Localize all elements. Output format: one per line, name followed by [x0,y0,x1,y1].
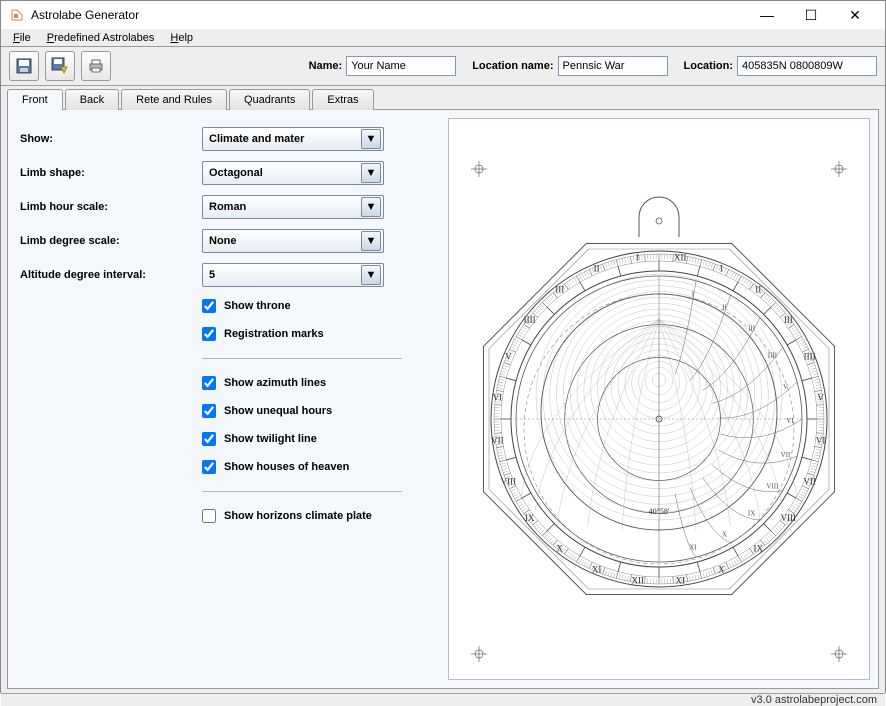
limb-degree-label: Limb degree scale: [20,235,202,247]
locname-label: Location name: [472,60,553,72]
options-column: Show: Climate and mater▼ Limb shape: Oct… [16,118,440,680]
svg-text:III: III [555,285,564,295]
svg-text:III: III [748,324,756,332]
svg-text:VII: VII [803,476,816,486]
svg-text:XI: XI [689,544,697,552]
minimize-button[interactable]: — [745,1,789,29]
loc-input[interactable] [737,56,877,76]
tab-extras[interactable]: Extras [312,89,373,110]
chevron-down-icon: ▼ [361,129,381,149]
limb-degree-combo[interactable]: None▼ [202,229,384,253]
throne-label: Show throne [224,300,291,312]
svg-text:IX: IX [753,543,763,553]
limb-shape-combo[interactable]: Octagonal▼ [202,161,384,185]
titlebar: Astrolabe Generator — ☐ ✕ [1,1,885,30]
svg-text:XI: XI [592,565,602,575]
svg-text:I: I [720,263,723,273]
svg-text:XII: XII [674,252,687,262]
svg-text:VI: VI [786,417,794,425]
chevron-down-icon: ▼ [361,163,381,183]
statusbar: v3.0 astrolabeproject.com [1,693,885,706]
close-button[interactable]: ✕ [833,1,877,29]
alt-interval-label: Altitude degree interval: [20,269,202,281]
front-panel: Show: Climate and mater▼ Limb shape: Oct… [7,109,879,689]
svg-text:VIII: VIII [501,476,517,486]
svg-text:IIII: IIII [524,315,536,325]
azimuth-check[interactable] [202,376,216,390]
horizons-label: Show horizons climate plate [224,510,372,522]
alt-interval-combo[interactable]: 5▼ [202,263,384,287]
limb-shape-label: Limb shape: [20,167,202,179]
name-label: Name: [309,60,343,72]
svg-text:II: II [594,263,600,273]
svg-text:V: V [783,383,788,391]
save-button[interactable] [9,51,39,81]
locname-input[interactable] [558,56,668,76]
chevron-down-icon: ▼ [361,231,381,251]
throne-check[interactable] [202,299,216,313]
unequal-check[interactable] [202,404,216,418]
svg-text:XI: XI [676,576,686,586]
svg-text:VIII: VIII [781,513,797,523]
separator [202,491,402,492]
svg-text:VII: VII [491,435,504,445]
svg-text:X: X [718,565,725,575]
chevron-down-icon: ▼ [361,197,381,217]
name-input[interactable] [346,56,456,76]
tab-rete[interactable]: Rete and Rules [121,89,227,110]
astrolabe-drawing: XIIIIIIIIIIIIVVIVIIVIIIIXXXIXIIXIXIXVIII… [459,129,859,669]
limb-hour-combo[interactable]: Roman▼ [202,195,384,219]
show-label: Show: [20,133,202,145]
preview-pane: XIIIIIIIIIIIIVVIVIIVIIIIXXXIXIIXIXIXVIII… [448,118,870,680]
separator [202,358,402,359]
menu-predefined[interactable]: Predefined Astrolabes [41,30,161,46]
azimuth-label: Show azimuth lines [224,377,326,389]
app-icon [9,7,25,23]
svg-text:V: V [817,393,824,403]
menu-file[interactable]: File [7,30,37,46]
svg-text:IX: IX [748,510,755,518]
svg-text:IIII: IIII [804,352,816,362]
maximize-button[interactable]: ☐ [789,1,833,29]
svg-text:40°58': 40°58' [649,507,670,516]
twilight-label: Show twilight line [224,433,317,445]
toolbar: Name: Location name: Location: [1,47,885,86]
chevron-down-icon: ▼ [361,265,381,285]
svg-text:II: II [722,304,727,312]
window-title: Astrolabe Generator [31,8,745,22]
svg-text:VIII: VIII [766,483,779,491]
limb-hour-label: Limb hour scale: [20,201,202,213]
regmarks-check[interactable] [202,327,216,341]
tab-back[interactable]: Back [65,89,119,110]
houses-label: Show houses of heaven [224,461,349,473]
show-combo[interactable]: Climate and mater▼ [202,127,384,151]
svg-text:IX: IX [525,513,535,523]
svg-text:X: X [722,530,727,538]
tabs-row: Front Back Rete and Rules Quadrants Extr… [7,88,879,109]
svg-text:I: I [636,252,639,262]
tab-front[interactable]: Front [7,89,63,110]
svg-text:VI: VI [816,435,826,445]
menu-help[interactable]: Help [164,30,199,46]
twilight-check[interactable] [202,432,216,446]
menubar: File Predefined Astrolabes Help [1,30,885,47]
svg-text:II: II [755,285,761,295]
print-button[interactable] [81,51,111,81]
svg-text:VII: VII [781,451,791,459]
svg-text:V: V [505,352,512,362]
svg-text:III: III [784,315,793,325]
svg-text:XII: XII [631,576,644,586]
svg-text:IIII: IIII [768,352,778,360]
loc-label: Location: [684,60,734,72]
svg-text:VI: VI [493,393,503,403]
version-label: v3.0 astrolabeproject.com [751,694,877,706]
horizons-check[interactable] [202,509,216,523]
regmarks-label: Registration marks [224,328,324,340]
unequal-label: Show unequal hours [224,405,332,417]
save-as-button[interactable] [45,51,75,81]
houses-check[interactable] [202,460,216,474]
tab-quadrants[interactable]: Quadrants [229,89,310,110]
svg-text:X: X [557,543,564,553]
